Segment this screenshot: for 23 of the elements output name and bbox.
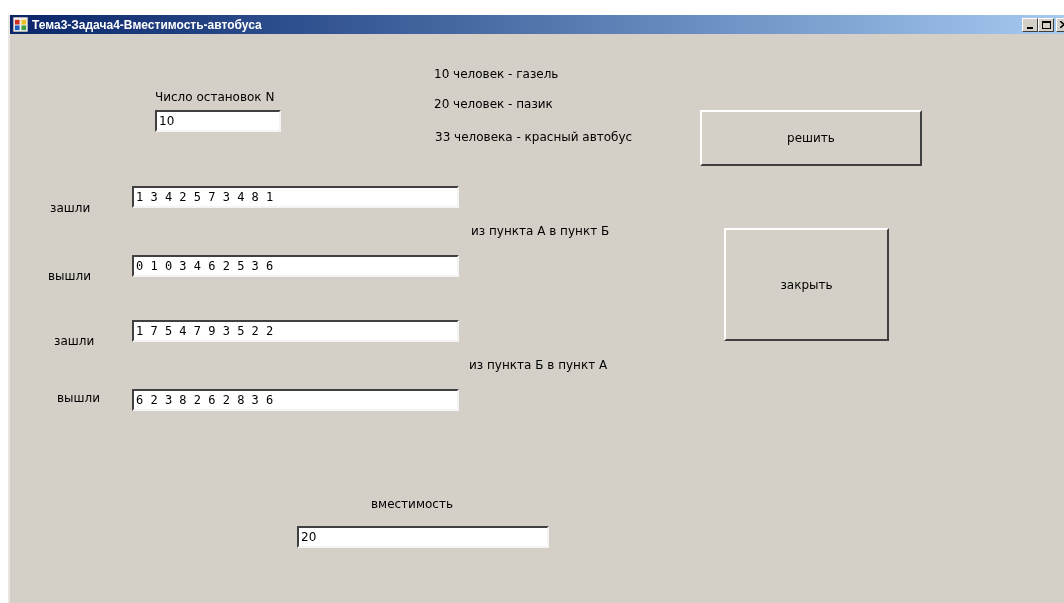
- field-label: вместимость: [371, 497, 453, 511]
- text-field[interactable]: 10: [155, 110, 281, 132]
- text-field[interactable]: 1 3 4 2 5 7 3 4 8 1: [132, 186, 459, 208]
- field-label: 20 человек - пазик: [434, 97, 553, 111]
- window-title: Тема3-Задача4-Вместимость-автобуса: [32, 18, 262, 31]
- field-label: зашли: [54, 334, 95, 348]
- text-field[interactable]: 0 1 0 3 4 6 2 5 3 6: [132, 255, 459, 277]
- field-label: вышли: [57, 391, 100, 405]
- field-label: вышли: [48, 269, 91, 283]
- action-button[interactable]: решить: [700, 110, 922, 166]
- field-label: зашли: [50, 201, 91, 215]
- text-field[interactable]: 6 2 3 8 2 6 2 8 3 6: [132, 389, 459, 411]
- text-field[interactable]: 1 7 5 4 7 9 3 5 2 2: [132, 320, 459, 342]
- field-label: из пункта Б в пункт А: [469, 358, 608, 372]
- field-label: Число остановок N: [155, 90, 275, 104]
- maximize-button[interactable]: [1038, 17, 1054, 32]
- field-label: 33 человека - красный автобус: [435, 130, 633, 144]
- field-label: 10 человек - газель: [434, 67, 559, 81]
- minimize-button[interactable]: [1022, 17, 1038, 32]
- app-icon: [13, 17, 28, 32]
- action-button[interactable]: закрыть: [724, 228, 889, 341]
- field-label: из пункта А в пункт Б: [471, 224, 610, 238]
- text-field[interactable]: 20: [297, 526, 549, 548]
